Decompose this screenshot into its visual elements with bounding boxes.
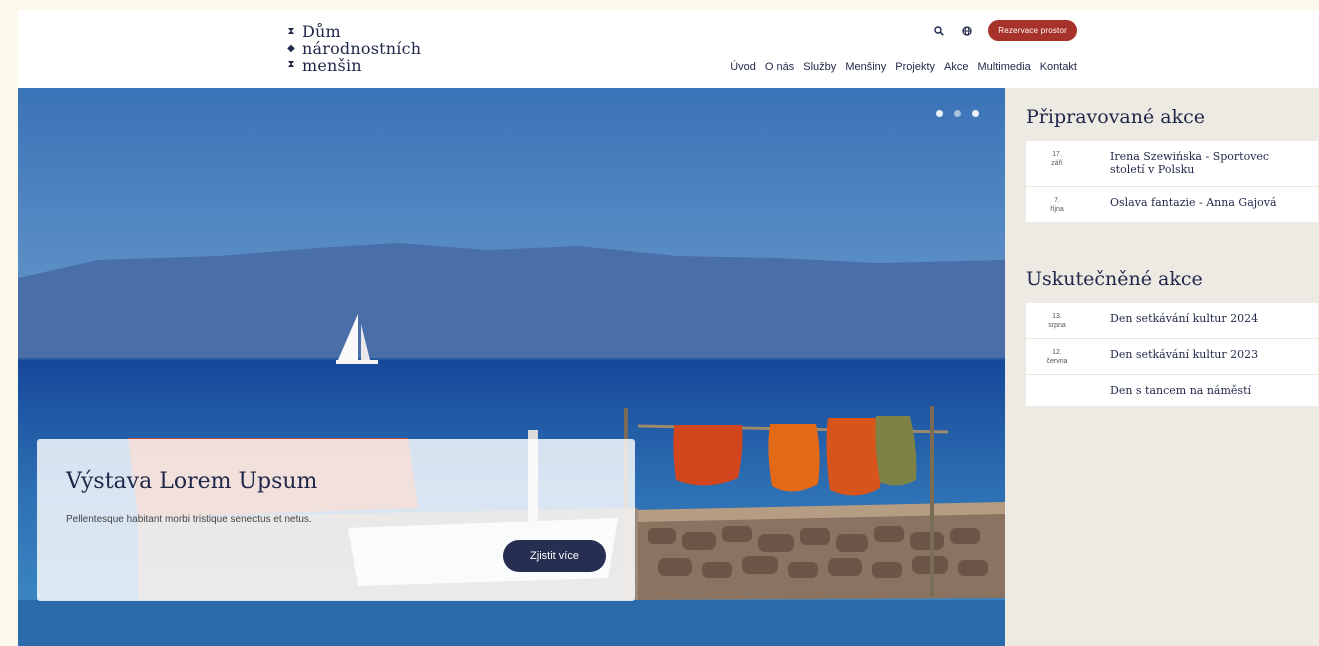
hourglass-mark-icon: ⧗ — [287, 26, 295, 37]
slider-dot[interactable] — [936, 110, 943, 117]
slider-dot[interactable] — [972, 110, 979, 117]
hero-title: Výstava Lorem Upsum — [66, 469, 318, 494]
event-item[interactable]: 7. října Oslava fantazie - Anna Gajová — [1026, 187, 1318, 223]
nav-item-akce[interactable]: Akce — [944, 61, 968, 73]
event-title: Irena Szewińska - Sportovec století v Po… — [1110, 150, 1270, 176]
event-day: 17. — [1052, 151, 1062, 158]
stone-pier — [636, 502, 1005, 600]
logo-line: menšin — [302, 56, 362, 75]
event-date: 13. srpna — [1026, 303, 1088, 330]
bottom-water — [18, 600, 1005, 646]
nav-item-mensiny[interactable]: Menšiny — [845, 61, 886, 73]
event-date: 12. června — [1026, 339, 1088, 366]
event-month: srpna — [1048, 322, 1066, 329]
event-item[interactable]: 17. září Irena Szewińska - Sportovec sto… — [1026, 141, 1318, 187]
nav-item-multimedia[interactable]: Multimedia — [978, 61, 1031, 73]
nav-item-uvod[interactable]: Úvod — [730, 61, 756, 73]
logo-text: Dům národnostních menšin — [302, 24, 421, 75]
slider-dots — [936, 110, 979, 117]
learn-more-button[interactable]: Zjistit více — [503, 540, 606, 572]
slider-dot[interactable] — [954, 110, 961, 117]
event-day: 13. — [1052, 313, 1062, 320]
hero-text: Pellentesque habitant morbi tristique se… — [66, 514, 312, 525]
event-month: října — [1050, 206, 1064, 213]
events-sidebar: Připravované akce 17. září Irena Szewińs… — [1005, 88, 1319, 646]
hero-caption: Výstava Lorem Upsum Pellentesque habitan… — [37, 439, 635, 601]
event-title: Den s tancem na náměstí — [1110, 384, 1252, 397]
event-date: 17. září — [1026, 141, 1088, 168]
upcoming-events: 17. září Irena Szewińska - Sportovec sto… — [1026, 141, 1318, 223]
event-item[interactable]: 13. srpna Den setkávání kultur 2024 — [1026, 303, 1318, 339]
header-tools: Rezervace prostor — [932, 20, 1077, 41]
hero-slider: Výstava Lorem Upsum Pellentesque habitan… — [18, 88, 1005, 646]
nav-item-projekty[interactable]: Projekty — [895, 61, 935, 73]
logo[interactable]: ⧗ ◆ ⧗ Dům národnostních menšin — [286, 24, 421, 75]
event-item[interactable]: Den s tancem na náměstí — [1026, 375, 1318, 407]
event-item[interactable]: 12. června Den setkávání kultur 2023 — [1026, 339, 1318, 375]
diamond-mark-icon: ◆ — [287, 42, 295, 54]
page: ⧗ ◆ ⧗ Dům národnostních menšin Rezervace… — [18, 10, 1319, 646]
event-date — [1026, 375, 1088, 384]
event-date: 7. října — [1026, 187, 1088, 214]
event-day: 7. — [1054, 197, 1060, 204]
nav-item-kontakt[interactable]: Kontakt — [1040, 61, 1077, 73]
search-icon[interactable] — [932, 24, 946, 38]
hourglass-mark-icon: ⧗ — [287, 59, 295, 70]
main-nav: Úvod O nás Služby Menšiny Projekty Akce … — [730, 61, 1077, 73]
booking-button[interactable]: Rezervace prostor — [988, 20, 1077, 41]
past-events: 13. srpna Den setkávání kultur 2024 12. … — [1026, 303, 1318, 407]
nav-item-sluzby[interactable]: Služby — [803, 61, 836, 73]
site-header: ⧗ ◆ ⧗ Dům národnostních menšin Rezervace… — [18, 10, 1319, 88]
logo-marks: ⧗ ◆ ⧗ — [286, 24, 296, 72]
event-title: Oslava fantazie - Anna Gajová — [1110, 196, 1277, 209]
upcoming-heading: Připravované akce — [1026, 106, 1205, 128]
nav-item-o-nas[interactable]: O nás — [765, 61, 794, 73]
event-title: Den setkávání kultur 2024 — [1110, 312, 1259, 325]
event-month: června — [1046, 358, 1068, 365]
event-day: 12. — [1052, 349, 1062, 356]
event-month: září — [1051, 160, 1063, 167]
globe-icon[interactable] — [960, 24, 974, 38]
event-title: Den setkávání kultur 2023 — [1110, 348, 1259, 361]
past-heading: Uskutečněné akce — [1026, 268, 1203, 290]
